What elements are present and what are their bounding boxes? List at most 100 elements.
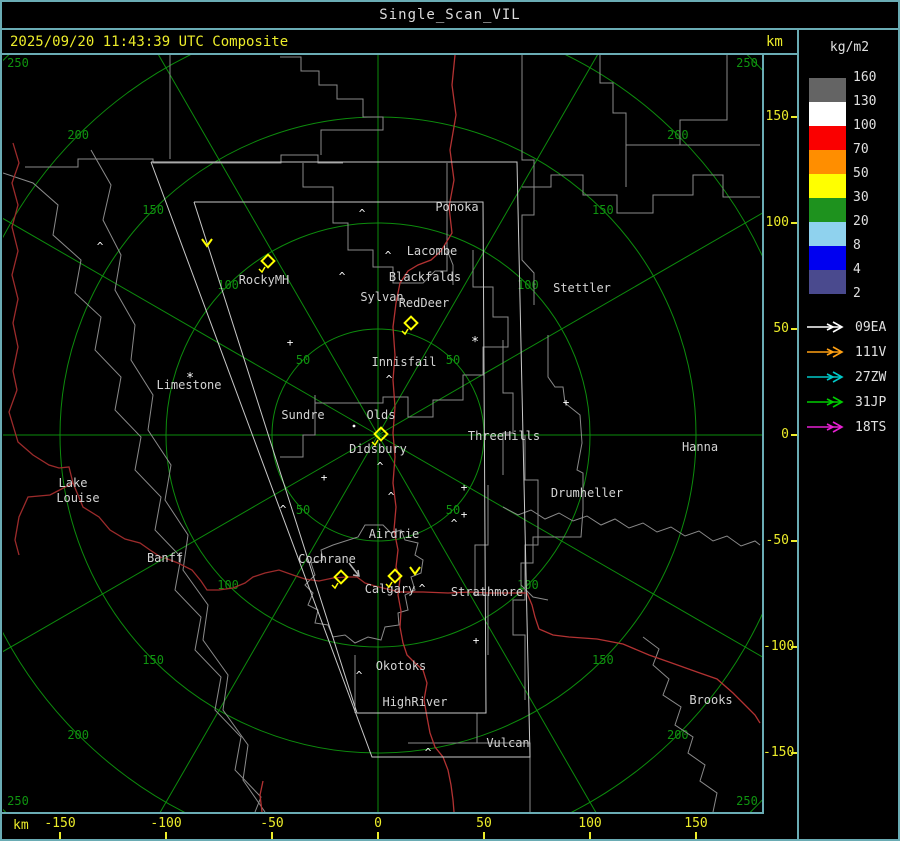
header-strip: 2025/09/20 11:43:39 UTC Composite km — [2, 30, 783, 54]
place-label: Cochrane — [298, 552, 356, 566]
track-arrow-icon — [807, 421, 844, 433]
bottom-axis-tick — [271, 832, 273, 839]
caret-marker: ^ — [425, 746, 432, 759]
range-ring-label: 250 — [7, 56, 29, 70]
colorbar-swatch — [809, 126, 846, 150]
county-boundary-line — [3, 172, 262, 812]
header-divider — [0, 53, 797, 55]
range-ring-label: 250 — [736, 56, 758, 70]
place-label: Blackfalds — [389, 270, 461, 284]
place-label: Strathmore — [451, 585, 523, 599]
county-boundary-line — [280, 56, 384, 155]
plus-marker: + — [563, 396, 570, 409]
range-ring-label: 200 — [667, 128, 689, 142]
place-label: Hanna — [682, 440, 718, 454]
asterisk-marker: * — [471, 335, 479, 350]
storm-cell-marker[interactable] — [331, 569, 349, 590]
radar-radial-line — [3, 217, 379, 436]
right-axis-tick-label: -50 — [765, 533, 789, 548]
map-right-border — [762, 53, 764, 814]
colorbar-unit-label: kg/m2 — [829, 40, 870, 55]
track-id-label: 31JP — [855, 395, 887, 410]
county-boundary-line — [521, 55, 535, 305]
right-axis-tick-label: 150 — [765, 109, 789, 124]
range-ring-label: 200 — [67, 728, 89, 742]
track-id-label: 09EA — [855, 320, 887, 335]
radar-map-display[interactable]: 50 50 50 50 100 100 100 100 150 150 150 150 200 200 20… — [3, 55, 762, 812]
range-ring-label: 150 — [142, 653, 164, 667]
range-ring-label: 50 — [446, 503, 460, 517]
bottom-axis-tick-label: -50 — [260, 816, 284, 831]
radar-radial-line — [158, 55, 379, 436]
county-boundary-line — [522, 174, 760, 214]
bottom-axis-tick — [483, 832, 485, 839]
place-label: Vulcan — [486, 736, 529, 750]
county-boundary-line — [520, 335, 584, 601]
place-label: Ponoka — [435, 200, 478, 214]
range-ring-label: 50 — [296, 353, 310, 367]
bottom-axis-tick-label: 50 — [476, 816, 492, 831]
place-label: ThreeHills — [468, 429, 540, 443]
county-boundary-line — [642, 636, 718, 812]
place-label: Louise — [56, 491, 99, 505]
range-ring-label: 50 — [296, 503, 310, 517]
panel-divider — [797, 28, 799, 841]
radar-map-canvas[interactable]: 50 5050 50100 100100 100150 150150 150200 20020… — [3, 55, 762, 812]
county-boundary-line — [474, 485, 489, 655]
place-label: Banff — [147, 551, 183, 565]
place-label: Stettler — [553, 281, 611, 295]
county-boundary-line — [90, 149, 266, 812]
title-divider — [0, 28, 900, 30]
track-legend-row: 111V — [805, 345, 886, 361]
range-ring-label: 200 — [67, 128, 89, 142]
range-ring-label: 50 — [446, 353, 460, 367]
place-label: Innisfail — [371, 355, 436, 369]
plus-marker: + — [321, 471, 328, 484]
colorbar-swatch — [809, 150, 846, 174]
caret-marker: ^ — [388, 490, 395, 503]
county-boundary-line — [446, 163, 454, 285]
place-label: Sundre — [281, 408, 324, 422]
plus-marker: + — [473, 634, 480, 647]
caret-marker: ^ — [339, 270, 346, 283]
bottom-axis-tick — [165, 832, 167, 839]
axis-unit-label: km — [766, 34, 783, 50]
place-label: Airdrie — [369, 527, 420, 541]
place-label: Lacombe — [407, 244, 458, 258]
colorbar-value-label: 4 — [853, 262, 861, 277]
colorbar-value-label: 30 — [853, 190, 869, 205]
legend-panel: kg/m2 160 130 100 70 50 30 20 8 4 2 09EA 111V 27ZW 3… — [799, 30, 900, 839]
caret-marker: ^ — [419, 582, 426, 595]
right-axis-tick-label: 0 — [781, 427, 789, 442]
right-axis-tick-label: 100 — [765, 215, 789, 230]
colorbar-swatch — [809, 78, 846, 102]
colorbar-value-label: 160 — [853, 70, 877, 85]
colorbar-value-label: 130 — [853, 94, 877, 109]
place-label: Brooks — [689, 693, 732, 707]
colorbar-value-label: 70 — [853, 142, 869, 157]
right-axis-tick-label: 50 — [773, 321, 789, 336]
right-distance-axis: 150 100 50 0 -50 -100 -150 — [763, 55, 798, 812]
bottom-axis-tick-label: 100 — [578, 816, 602, 831]
range-ring-label: 200 — [667, 728, 689, 742]
colorbar-swatch — [809, 222, 846, 246]
bottom-axis-unit: km — [13, 818, 29, 833]
place-label: Okotoks — [376, 659, 427, 673]
place-label: Sylvan — [360, 290, 403, 304]
bottom-axis-tick — [589, 832, 591, 839]
caret-marker: ^ — [385, 249, 392, 262]
bottom-axis-tick — [59, 832, 61, 839]
storm-cell-marker[interactable] — [258, 253, 276, 274]
colorbar-value-label: 50 — [853, 166, 869, 181]
caret-marker: ^ — [359, 207, 366, 220]
colorbar-swatch — [809, 270, 846, 294]
track-legend-row: 09EA — [805, 320, 886, 336]
place-label: RedDeer — [399, 296, 450, 310]
range-ring-label: 250 — [7, 794, 29, 808]
track-arrow-icon — [807, 371, 844, 383]
track-legend-row: 18TS — [805, 420, 886, 436]
track-arrow-icon — [807, 346, 844, 358]
plus-marker: + — [287, 336, 294, 349]
storm-cell-marker[interactable] — [401, 315, 419, 336]
bottom-axis-tick-label: -100 — [150, 816, 182, 831]
